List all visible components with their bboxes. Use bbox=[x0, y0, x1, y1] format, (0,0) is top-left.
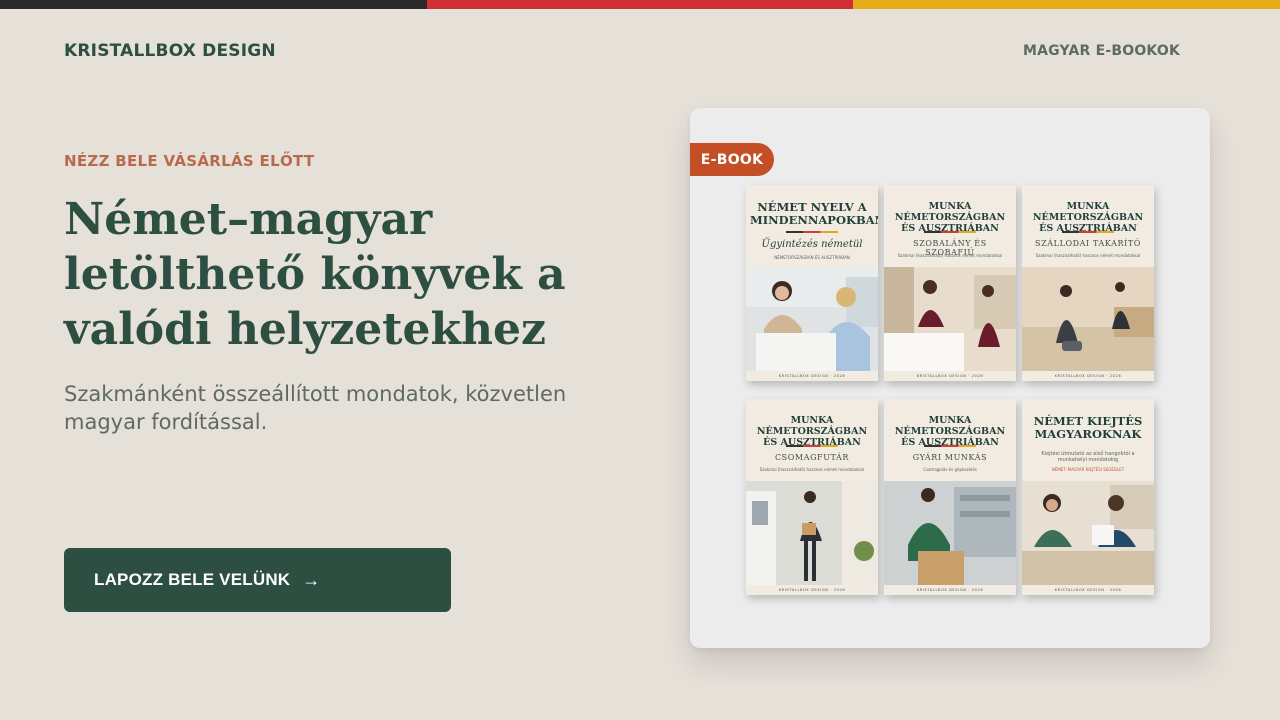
cover-photo-hotel-lobby bbox=[1022, 267, 1154, 371]
cover-subtitle: Ügyintézés németül bbox=[761, 239, 863, 250]
cover-title: Munka Németországban és Ausztriában bbox=[894, 201, 1006, 234]
flag-stripe bbox=[0, 0, 1280, 9]
cover-flag-rule bbox=[924, 445, 976, 447]
cover-subtitle: Csomagfutár bbox=[774, 453, 850, 462]
flag-stripe-black bbox=[0, 0, 427, 9]
ebook-badge: E-BOOK bbox=[690, 143, 774, 176]
cta-label: LAPOZZ BELE VELÜNK bbox=[94, 570, 291, 589]
cover-footer: KRISTALLBOX DESIGN · 2026 bbox=[916, 374, 984, 378]
flag-stripe-gold bbox=[853, 0, 1280, 9]
cover-subtitle: Gyári munkás bbox=[912, 453, 988, 462]
cover-tagline: Szakmai (használható) hasznos német mond… bbox=[759, 467, 865, 472]
cover-footer: KRISTALLBOX DESIGN · 2026 bbox=[778, 374, 846, 378]
flag-stripe-red bbox=[426, 0, 854, 9]
cover-tagline: Szakmai (használható) hasznos német mond… bbox=[1035, 253, 1141, 258]
cover-flag-rule bbox=[786, 231, 838, 233]
cover-photo-hotel-room bbox=[884, 267, 1016, 371]
cta-button[interactable]: LAPOZZ BELE VELÜNK → bbox=[64, 548, 451, 612]
cover-photo-pronunciation bbox=[1022, 481, 1154, 585]
hero-eyebrow: NÉZZ BELE VÁSÁRLÁS ELŐTT bbox=[64, 152, 315, 170]
hero-headline: Német–magyar letölthető könyvek a valódi… bbox=[64, 194, 566, 355]
cover-photo-office bbox=[746, 267, 878, 371]
cover-footer: KRISTALLBOX DESIGN · 2026 bbox=[778, 588, 846, 592]
cover-title: Munka Németországban és Ausztriában bbox=[1032, 201, 1144, 234]
cover-title: Német kiejtés magyaroknak bbox=[1033, 414, 1143, 441]
cover-tagline: Szakmai (használható) hasznos német mond… bbox=[897, 253, 1003, 258]
cover-title: Munka Németországban és Ausztriában bbox=[894, 415, 1006, 448]
cover-photo-factory bbox=[884, 481, 1016, 585]
hero-subtext: Szakmánként összeállított mondatok, közv… bbox=[64, 382, 567, 434]
cover-title: Munka Németországban és Ausztriában bbox=[756, 415, 868, 448]
cover-tagline: NÉMETORSZÁGBAN ÉS AUSZTRIÁBAN bbox=[774, 255, 850, 260]
book-cover[interactable]: Munka Németországban és Ausztriában Szob… bbox=[884, 185, 1016, 381]
book-cover[interactable]: Német kiejtés magyaroknak Kiejtési útmut… bbox=[1022, 399, 1154, 595]
cover-tagline: NÉMET–MAGYAR KIEJTÉSI SEGÉDLET bbox=[1051, 467, 1125, 472]
cover-footer: KRISTALLBOX DESIGN · 2026 bbox=[916, 588, 984, 592]
book-cover[interactable]: Munka Németországban és Ausztriában Csom… bbox=[746, 399, 878, 595]
arrow-right-icon: → bbox=[302, 569, 321, 590]
book-cover[interactable]: Munka Németországban és Ausztriában Gyár… bbox=[884, 399, 1016, 595]
cover-subtitle: Kiejtési útmutató az első hangoktól a mu… bbox=[1041, 451, 1135, 463]
cover-subtitle: Szállodai takarító bbox=[1035, 239, 1141, 248]
cover-footer: KRISTALLBOX DESIGN · 2026 bbox=[1054, 588, 1122, 592]
cover-footer: KRISTALLBOX DESIGN · 2026 bbox=[1054, 374, 1122, 378]
cover-flag-rule bbox=[924, 231, 976, 233]
book-cover[interactable]: Német nyelv a mindennapokban Ügyintézés … bbox=[746, 185, 878, 381]
nav-link-ebooks[interactable]: MAGYAR E-BOOKOK bbox=[1023, 43, 1180, 59]
cover-tagline: Csomagolás és gépkezelés bbox=[923, 467, 977, 472]
cover-flag-rule bbox=[1062, 231, 1114, 233]
cover-flag-rule bbox=[786, 445, 838, 447]
cover-photo-courier bbox=[746, 481, 878, 585]
book-cover[interactable]: Munka Németországban és Ausztriában Szál… bbox=[1022, 185, 1154, 381]
brand-logo[interactable]: KRISTALLBOX DESIGN bbox=[64, 41, 276, 61]
cover-title: Német nyelv a mindennapokban bbox=[750, 200, 878, 227]
